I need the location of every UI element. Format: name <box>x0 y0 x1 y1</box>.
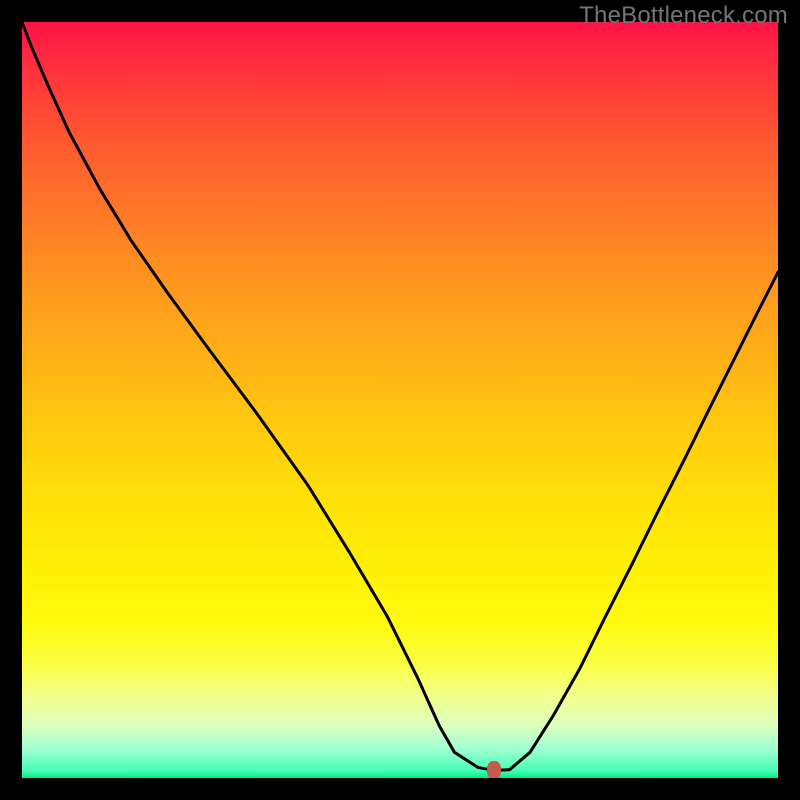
watermark-text: TheBottleneck.com <box>579 2 788 30</box>
plot-area <box>22 22 778 778</box>
bottleneck-curve <box>22 22 778 778</box>
optimal-point-marker <box>487 761 501 778</box>
chart-stage: TheBottleneck.com <box>0 0 800 800</box>
